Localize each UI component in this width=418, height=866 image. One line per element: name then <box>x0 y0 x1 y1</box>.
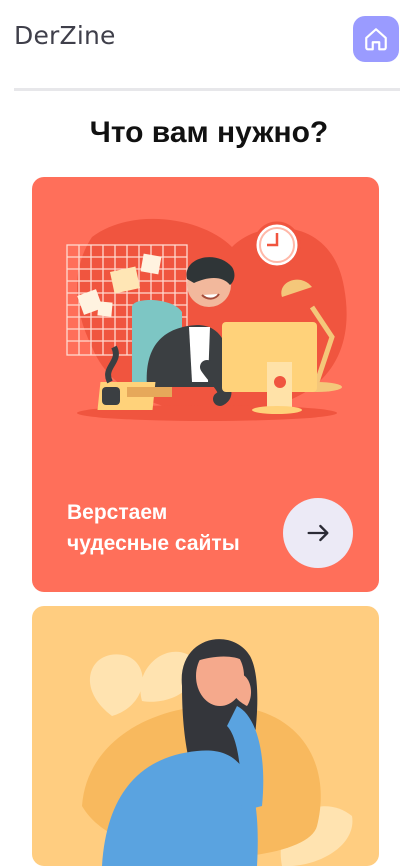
header-divider <box>14 88 400 91</box>
home-icon <box>365 28 387 51</box>
open-card-button[interactable] <box>283 498 353 568</box>
arrow-right-icon <box>307 524 329 542</box>
home-button[interactable] <box>353 16 399 62</box>
header: DerZine <box>0 0 418 90</box>
card-title-line-2: чудесные сайты <box>67 532 240 555</box>
card-title-line-1: Верстаем <box>67 501 168 524</box>
logo[interactable]: DerZine <box>14 21 116 50</box>
tired-woman-illustration <box>82 639 353 866</box>
card-title: Верстаем чудесные сайты <box>67 497 287 559</box>
service-card-websites[interactable]: Верстаем чудесные сайты <box>32 177 379 592</box>
service-card-2[interactable] <box>32 606 379 866</box>
page-title: Что вам нужно? <box>89 116 329 149</box>
man-at-computer-illustration <box>66 218 347 421</box>
